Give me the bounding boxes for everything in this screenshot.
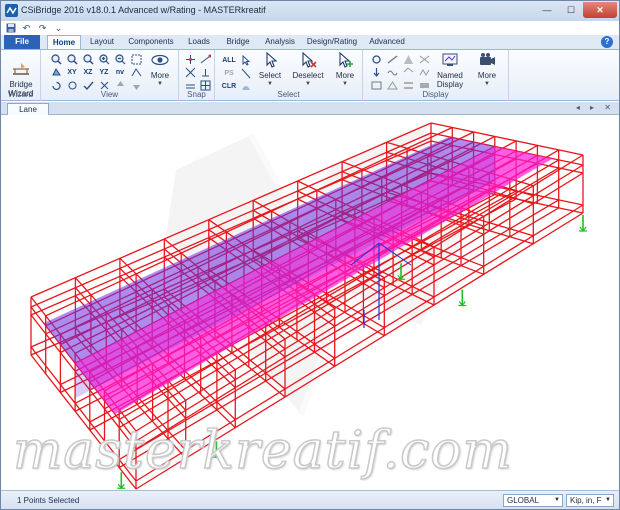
- csibridge-logo-icon: [5, 4, 18, 17]
- view-3d-icon[interactable]: [49, 66, 63, 78]
- show-loads-icon[interactable]: [369, 66, 383, 78]
- select-pointer-icon[interactable]: [239, 54, 253, 66]
- help-icon[interactable]: ?: [601, 36, 613, 48]
- select-label: Select: [258, 71, 282, 80]
- deselect-label: Deselect: [292, 71, 324, 80]
- chevron-down-icon: ▼: [342, 81, 348, 87]
- tab-layout[interactable]: Layout: [87, 35, 117, 49]
- document-window-controls[interactable]: ◂ ▸ ✕: [576, 103, 615, 112]
- display-group-label: Display: [422, 90, 449, 99]
- coord-system-value: GLOBAL: [507, 496, 540, 505]
- status-bar: 1 Points Selected GLOBAL ▼ Kip, in, F ▼: [1, 490, 619, 509]
- minimize-button[interactable]: —: [535, 2, 559, 18]
- zoom-previous-icon[interactable]: [81, 53, 95, 65]
- previous-select-button[interactable]: PS: [221, 67, 237, 79]
- tab-loads[interactable]: Loads: [185, 35, 213, 49]
- view-nv-button[interactable]: nv: [113, 66, 127, 78]
- chevron-down-icon: ▼: [605, 497, 611, 503]
- show-stress-icon[interactable]: [417, 66, 431, 78]
- document-tab-strip: Lane ◂ ▸ ✕: [1, 102, 619, 115]
- wizard-group-label: Wizard: [8, 90, 33, 99]
- tab-home[interactable]: Home: [47, 35, 81, 49]
- select-add-icon: [339, 51, 353, 68]
- chevron-down-icon: ▼: [267, 81, 273, 87]
- zoom-window-icon[interactable]: [49, 53, 63, 65]
- camera-icon: [480, 53, 495, 65]
- ribbon: Bridge Wizard Wizard XY XZ YZ nv More ▼ …: [1, 49, 619, 101]
- show-frames-icon[interactable]: [385, 53, 399, 65]
- display-more-button[interactable]: More ▼: [471, 52, 503, 89]
- chevron-down-icon: ▼: [554, 497, 560, 503]
- ribbon-tabs: File Home Layout Components Loads Bridge…: [1, 35, 619, 49]
- maximize-button[interactable]: ☐: [559, 2, 583, 18]
- quick-access-toolbar: ↶ ↷ ⌄: [5, 21, 64, 35]
- wizard-group: Bridge Wizard Wizard: [1, 50, 41, 101]
- window-title: CSiBridge 2016 v18.0.1 Advanced w/Rating…: [21, 5, 266, 15]
- customize-qat-icon[interactable]: ⌄: [53, 23, 64, 34]
- select-group: ALL PS CLR Select ▼ Deselect ▼ More ▼ Se…: [215, 50, 363, 101]
- bridge-wizard-icon: [13, 63, 29, 75]
- view-group-label: View: [100, 90, 119, 99]
- view-xz-button[interactable]: XZ: [81, 66, 95, 78]
- perspective-icon[interactable]: [129, 66, 143, 78]
- app-window: CSiBridge 2016 v18.0.1 Advanced w/Rating…: [0, 0, 620, 510]
- tab-file[interactable]: File: [4, 35, 40, 49]
- tab-lane[interactable]: Lane: [7, 103, 49, 115]
- select-button[interactable]: Select ▼: [255, 51, 285, 89]
- undo-icon[interactable]: ↶: [21, 23, 32, 34]
- view-more-button[interactable]: More ▼: [145, 52, 175, 89]
- tab-analysis[interactable]: Analysis: [263, 35, 297, 49]
- tab-bridge[interactable]: Bridge: [223, 35, 253, 49]
- show-forces-icon[interactable]: [401, 66, 415, 78]
- deselect-button[interactable]: Deselect ▼: [289, 51, 327, 89]
- zoom-out-icon[interactable]: [113, 53, 127, 65]
- chevron-down-icon: ▼: [305, 81, 311, 87]
- select-intersect-icon[interactable]: [239, 67, 253, 79]
- deselect-cursor-icon: [302, 51, 317, 68]
- snap-group-label: Snap: [187, 90, 206, 99]
- tab-components[interactable]: Components: [127, 35, 175, 49]
- status-text: 1 Points Selected: [17, 496, 80, 505]
- save-icon[interactable]: [5, 23, 16, 34]
- chevron-down-icon: ▼: [157, 81, 163, 87]
- view-yz-button[interactable]: YZ: [97, 66, 111, 78]
- show-joints-icon[interactable]: [369, 53, 383, 65]
- tab-design-rating[interactable]: Design/Rating: [305, 35, 359, 49]
- named-display-label: Named Display: [436, 71, 464, 89]
- redo-icon[interactable]: ↷: [37, 23, 48, 34]
- view-xy-button[interactable]: XY: [65, 66, 79, 78]
- view-more-label: More: [150, 71, 170, 80]
- display-more-label: More: [477, 71, 497, 80]
- named-display-icon: [442, 53, 458, 66]
- model-viewport[interactable]: masterkreatif.com: [1, 115, 619, 490]
- snap-perpendicular-icon[interactable]: [198, 66, 212, 78]
- title-bar: CSiBridge 2016 v18.0.1 Advanced w/Rating…: [1, 1, 619, 21]
- snap-points-icon[interactable]: [183, 53, 197, 65]
- units-select[interactable]: Kip, in, F ▼: [566, 494, 614, 507]
- show-areas-icon[interactable]: [401, 53, 415, 65]
- snap-group: Snap: [179, 50, 215, 101]
- coord-system-select[interactable]: GLOBAL ▼: [503, 494, 563, 507]
- close-button[interactable]: ✕: [583, 2, 617, 18]
- snap-intersect-icon[interactable]: [183, 66, 197, 78]
- chevron-down-icon: ▼: [484, 81, 490, 87]
- pan-icon[interactable]: [129, 53, 143, 65]
- display-group: Named Display More ▼ Display: [363, 50, 509, 101]
- cursor-icon: [266, 51, 278, 68]
- zoom-extents-icon[interactable]: [65, 53, 79, 65]
- tab-advanced[interactable]: Advanced: [367, 35, 407, 49]
- view-group: XY XZ YZ nv More ▼ View: [41, 50, 179, 101]
- zoom-in-icon[interactable]: [97, 53, 111, 65]
- eye-icon: [151, 54, 169, 66]
- show-links-icon[interactable]: [417, 53, 431, 65]
- show-deformed-icon[interactable]: [385, 66, 399, 78]
- select-group-label: Select: [277, 90, 300, 99]
- units-value: Kip, in, F: [570, 496, 602, 505]
- named-display-button[interactable]: Named Display: [433, 52, 467, 89]
- watermark-text: masterkreatif.com: [12, 420, 513, 482]
- select-more-label: More: [335, 71, 355, 80]
- select-more-button[interactable]: More ▼: [331, 51, 359, 89]
- snap-ends-icon[interactable]: [198, 53, 212, 65]
- select-all-button[interactable]: ALL: [221, 54, 237, 66]
